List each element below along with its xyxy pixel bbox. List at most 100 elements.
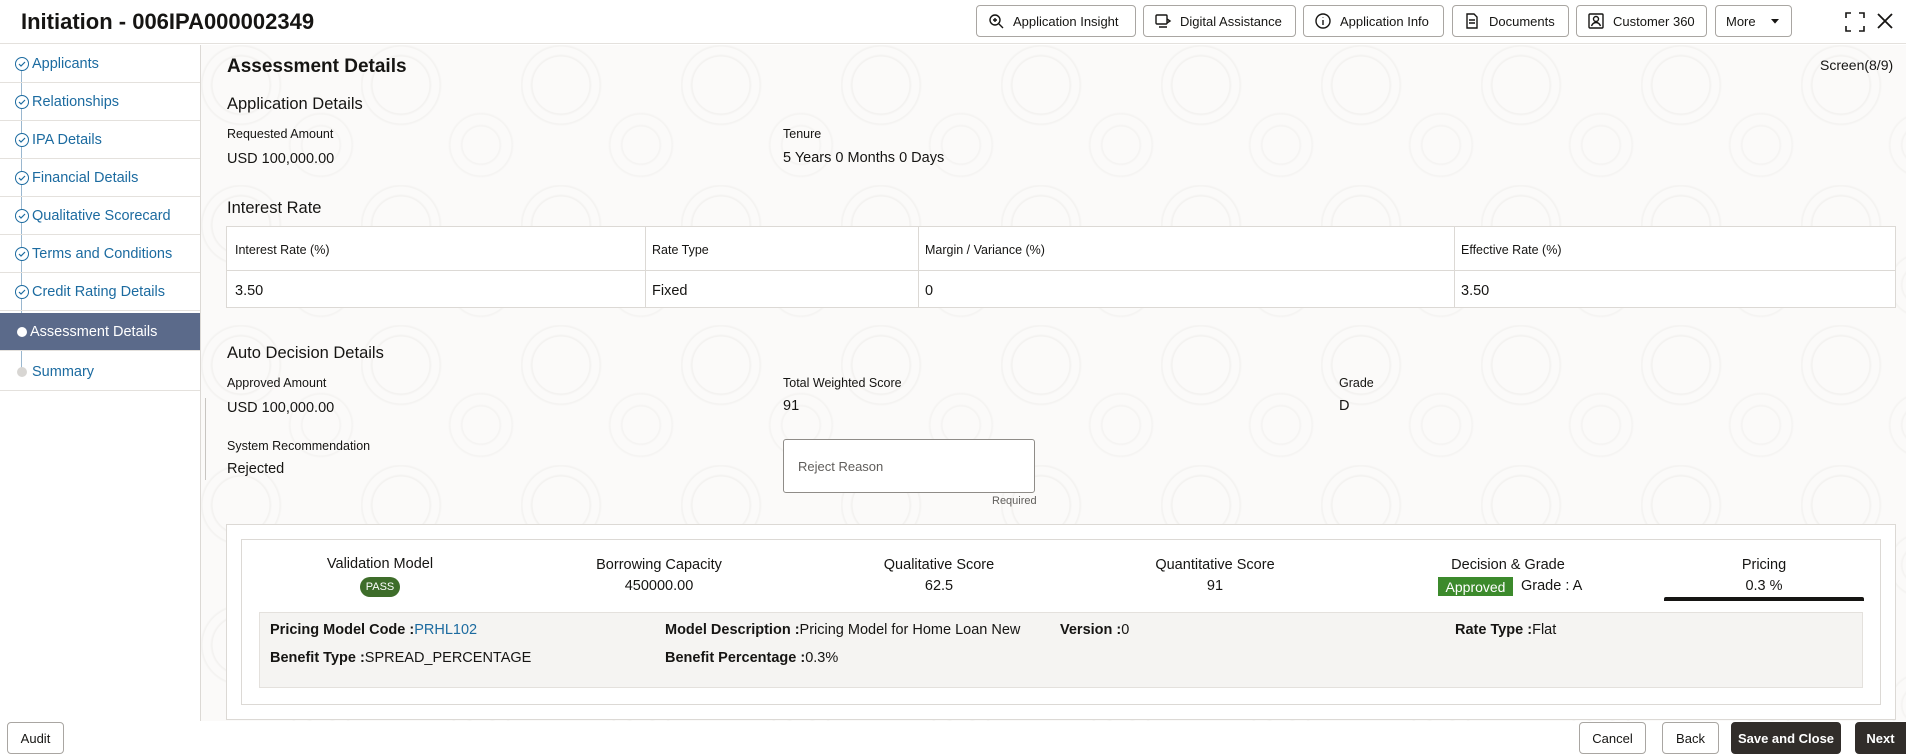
check-circle-icon — [15, 95, 29, 109]
save-and-close-button[interactable]: Save and Close — [1731, 722, 1841, 754]
sidebar-resize-handle[interactable] — [205, 398, 209, 480]
column-divider — [918, 227, 919, 307]
check-circle-icon — [15, 247, 29, 261]
column-divider — [645, 227, 646, 307]
system-recommendation-value: Rejected — [227, 461, 285, 477]
benefit-percentage: Benefit Percentage :0.3% — [665, 650, 838, 666]
audit-button[interactable]: Audit — [7, 722, 64, 754]
table-header-row — [227, 227, 1895, 271]
sidebar-item-label: Summary — [32, 363, 95, 380]
sidebar-item-summary[interactable]: Summary — [0, 353, 200, 391]
more-label: More — [1726, 13, 1756, 29]
total-weighted-score-value: 91 — [783, 398, 800, 414]
customer-360-label: Customer 360 — [1613, 13, 1695, 29]
rate-type-value: Flat — [1532, 622, 1557, 638]
application-info-label: Application Info — [1340, 13, 1429, 29]
pricing-model-code-label: Pricing Model Code : — [270, 622, 415, 638]
expand-icon[interactable] — [1844, 11, 1866, 33]
digital-assistance-button[interactable]: Digital Assistance — [1143, 5, 1296, 37]
pricing-value: 0.3 % — [1745, 578, 1783, 594]
customer-icon — [1588, 13, 1604, 29]
documents-button[interactable]: Documents — [1452, 5, 1569, 37]
page-heading: Assessment Details — [227, 56, 407, 77]
benefit-percentage-label: Benefit Percentage : — [665, 650, 806, 666]
documents-icon — [1466, 13, 1478, 29]
sidebar-item-label: Assessment Details — [30, 323, 158, 340]
sidebar-item-label: Relationships — [32, 93, 120, 110]
check-circle-icon — [15, 285, 29, 299]
application-insight-button[interactable]: Application Insight — [976, 5, 1136, 37]
page-header: Initiation - 006IPA000002349 Application… — [0, 0, 1906, 44]
train-stop-navigation: Applicants Relationships IPA Details Fin… — [0, 45, 201, 519]
table-cell: 0 — [925, 283, 934, 299]
sidebar-item-label: Credit Rating Details — [32, 283, 165, 300]
version-value: 0 — [1121, 622, 1130, 638]
pricing-model-code: Pricing Model Code :PRHL102 — [270, 622, 477, 638]
rate-type: Rate Type :Flat — [1455, 622, 1556, 638]
tenure-value: 5 Years 0 Months 0 Days — [783, 150, 945, 166]
sidebar-item-label: Qualitative Scorecard — [32, 207, 171, 224]
sidebar-item-applicants[interactable]: Applicants — [0, 45, 200, 83]
table-cell: 3.50 — [235, 283, 264, 299]
benefit-percentage-value: 0.3% — [805, 650, 839, 666]
interest-rate-table: Interest Rate (%) Rate Type Margin / Var… — [226, 226, 1896, 308]
application-info-button[interactable]: Application Info — [1303, 5, 1444, 37]
quantitative-score-title[interactable]: Quantitative Score — [1115, 557, 1315, 573]
assistant-icon — [1155, 14, 1172, 28]
benefit-type-label: Benefit Type : — [270, 650, 365, 666]
qualitative-score-value: 62.5 — [924, 578, 954, 594]
sidebar-item-ipa-details[interactable]: IPA Details — [0, 121, 200, 159]
model-description-value: Pricing Model for Home Loan New — [799, 622, 1021, 638]
benefit-type: Benefit Type :SPREAD_PERCENTAGE — [270, 650, 531, 666]
back-button[interactable]: Back — [1662, 722, 1719, 754]
borrowing-capacity-value: 450000.00 — [624, 578, 694, 594]
check-circle-icon — [15, 171, 29, 185]
sidebar-item-label: Financial Details — [32, 169, 139, 186]
model-description: Model Description :Pricing Model for Hom… — [665, 622, 1020, 638]
interest-rate-heading: Interest Rate — [227, 199, 322, 217]
decision-grade-title[interactable]: Decision & Grade — [1408, 557, 1608, 573]
table-cell: 3.50 — [1461, 283, 1490, 299]
sidebar-item-terms-and-conditions[interactable]: Terms and Conditions — [0, 235, 200, 273]
validation-pass-badge: PASS — [360, 577, 400, 597]
qualitative-score-title[interactable]: Qualitative Score — [839, 557, 1039, 573]
info-icon — [1315, 13, 1331, 29]
table-cell: Fixed — [652, 283, 688, 299]
required-hint: Required — [992, 495, 1037, 507]
approved-amount-label: Approved Amount — [227, 376, 327, 390]
close-icon[interactable] — [1874, 10, 1896, 32]
digital-assistance-label: Digital Assistance — [1180, 13, 1282, 29]
benefit-type-value: SPREAD_PERCENTAGE — [364, 650, 532, 666]
reject-reason-input[interactable] — [783, 439, 1035, 493]
column-header: Margin / Variance (%) — [925, 243, 1045, 257]
requested-amount-value: USD 100,000.00 — [227, 151, 335, 167]
column-header: Effective Rate (%) — [1461, 243, 1562, 257]
decision-approved-badge: Approved — [1438, 577, 1513, 596]
column-header: Interest Rate (%) — [235, 243, 330, 257]
pricing-model-code-link[interactable]: PRHL102 — [414, 622, 477, 638]
sidebar-item-assessment-details[interactable]: Assessment Details — [0, 313, 200, 351]
sidebar-item-relationships[interactable]: Relationships — [0, 83, 200, 121]
sidebar-item-financial-details[interactable]: Financial Details — [0, 159, 200, 197]
cancel-button[interactable]: Cancel — [1579, 722, 1646, 754]
more-dropdown[interactable]: More — [1715, 5, 1792, 37]
sidebar-item-qualitative-scorecard[interactable]: Qualitative Scorecard — [0, 197, 200, 235]
pending-step-icon — [17, 367, 27, 377]
current-step-icon — [17, 327, 27, 337]
decision-grade-value: Grade : A — [1521, 578, 1583, 594]
customer-360-button[interactable]: Customer 360 — [1576, 5, 1707, 37]
version: Version :0 — [1060, 622, 1129, 638]
approved-amount-value: USD 100,000.00 — [227, 400, 335, 416]
validation-model-title: Validation Model — [326, 556, 434, 572]
next-button[interactable]: Next — [1855, 722, 1906, 754]
rate-type-label: Rate Type : — [1455, 622, 1533, 638]
pricing-title[interactable]: Pricing — [1664, 557, 1864, 573]
version-label: Version : — [1060, 622, 1122, 638]
grade-value: D — [1339, 398, 1350, 414]
sidebar-item-credit-rating-details[interactable]: Credit Rating Details — [0, 273, 200, 311]
tenure-label: Tenure — [783, 127, 822, 141]
screen-indicator: Screen(8/9) — [1820, 57, 1894, 73]
page-title: Initiation - 006IPA000002349 — [21, 9, 315, 34]
borrowing-capacity-title[interactable]: Borrowing Capacity — [559, 557, 759, 573]
sidebar-item-label: Applicants — [32, 55, 99, 72]
